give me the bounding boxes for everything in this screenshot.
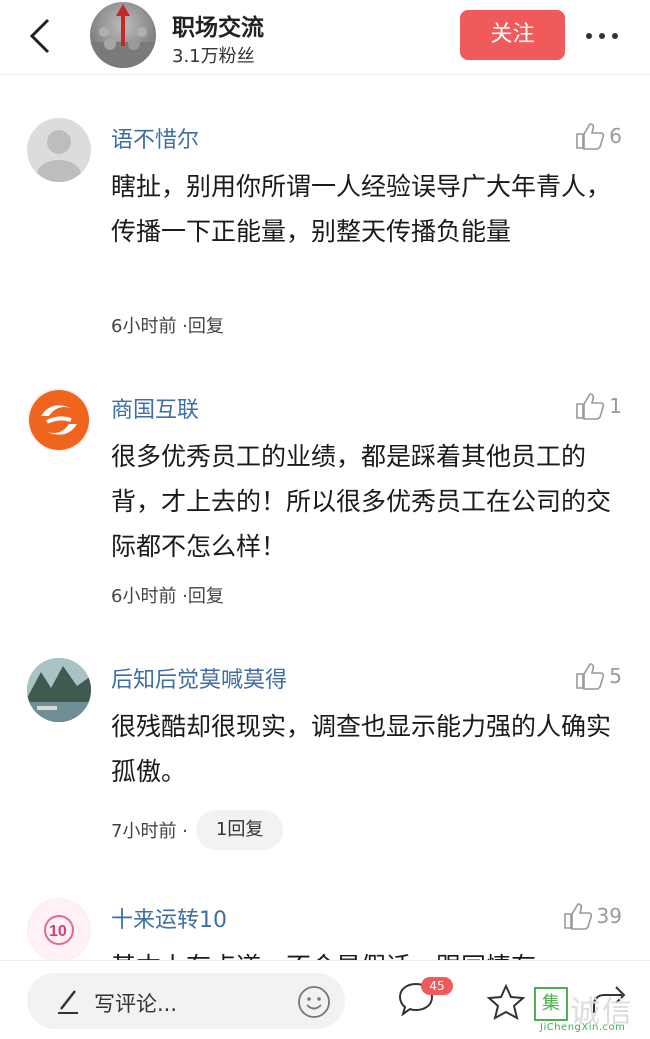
- account-title: 职场交流: [172, 15, 264, 41]
- account-avatar[interactable]: [90, 2, 156, 68]
- comment-text: 基本上有点道，不会是假话，跟同情有: [111, 944, 611, 960]
- like-count: 1: [609, 394, 622, 418]
- comment-time: 6小时前 ·: [111, 586, 188, 607]
- watermark-url: JiChengXin.com: [540, 1022, 626, 1033]
- thumbs-up-icon: [576, 393, 605, 420]
- back-button[interactable]: [22, 14, 62, 58]
- watermark-logo: 集: [534, 987, 568, 1021]
- comment-username[interactable]: 商国互联: [111, 392, 199, 424]
- chevron-left-icon: [29, 18, 50, 54]
- write-comment-input[interactable]: 写评论...: [27, 973, 345, 1029]
- comment-username[interactable]: 语不惜尔: [111, 122, 199, 154]
- number-badge-icon: 10: [29, 900, 89, 960]
- bottom-bar: 写评论... 45 集 诚信 JiChengXin.com: [0, 960, 650, 1039]
- svg-text:10: 10: [49, 923, 67, 940]
- more-button[interactable]: [586, 24, 626, 48]
- pencil-icon: [58, 990, 78, 1014]
- like-count: 39: [596, 904, 622, 928]
- comment-time: 6小时前 ·: [111, 316, 188, 337]
- comment-meta: 7小时前 · 1回复: [111, 810, 284, 850]
- like-button[interactable]: 1: [575, 391, 622, 421]
- comment-text: 瞎扯，别用你所谓一人经验误导广大年青人，传播一下正能量，别整天传播负能量: [111, 172, 612, 246]
- comment-text: 很多优秀员工的业绩，都是踩着其他员工的背，才上去的！所以很多优秀员工在公司的交际…: [111, 442, 612, 561]
- reply-link[interactable]: 回复: [188, 312, 224, 338]
- write-comment-placeholder: 写评论...: [94, 992, 178, 1016]
- comment-text: 很残酷却很现实，调查也显示能力强的人确实孤傲。: [111, 712, 612, 786]
- comment-item: 10 十来运转10 39 基本上有点道，不会是假话，跟同情有: [0, 898, 650, 960]
- comment-count-badge: 45: [421, 977, 453, 995]
- avatar[interactable]: 10: [27, 898, 91, 960]
- like-count: 6: [609, 124, 622, 148]
- comment-meta: 6小时前 · 回复: [111, 582, 224, 608]
- top-bar: 职场交流 3.1万粉丝 关注: [0, 0, 650, 75]
- fans-count: 3.1万粉丝: [172, 46, 255, 67]
- comment-username[interactable]: 后知后觉莫喊莫得: [111, 662, 287, 694]
- like-button[interactable]: 39: [563, 901, 622, 931]
- landscape-photo-icon: [27, 658, 91, 722]
- avatar[interactable]: [27, 388, 91, 452]
- avatar[interactable]: [27, 118, 91, 182]
- reply-count-button[interactable]: 1回复: [195, 810, 284, 850]
- arrow-up-icon: [90, 4, 156, 68]
- thumbs-up-icon: [563, 903, 592, 930]
- comment-meta: 6小时前 · 回复: [111, 312, 224, 338]
- like-button[interactable]: 5: [575, 661, 622, 691]
- thumbs-up-icon: [576, 663, 605, 690]
- avatar[interactable]: [27, 658, 91, 722]
- default-user-icon: [37, 130, 81, 182]
- company-logo-icon: [29, 390, 89, 450]
- star-icon[interactable]: [486, 983, 526, 1021]
- like-count: 5: [609, 664, 622, 688]
- comment-username[interactable]: 十来运转10: [111, 902, 227, 934]
- thumbs-up-icon: [576, 123, 605, 150]
- like-button[interactable]: 6: [575, 121, 622, 151]
- follow-button[interactable]: 关注: [460, 10, 565, 60]
- more-icon: [586, 33, 592, 39]
- watermark: 集 诚信 JiChengXin.com: [530, 977, 650, 1037]
- emoji-icon: [298, 986, 330, 1018]
- reply-link[interactable]: 回复: [188, 582, 224, 608]
- comment-time: 7小时前 ·: [111, 821, 188, 842]
